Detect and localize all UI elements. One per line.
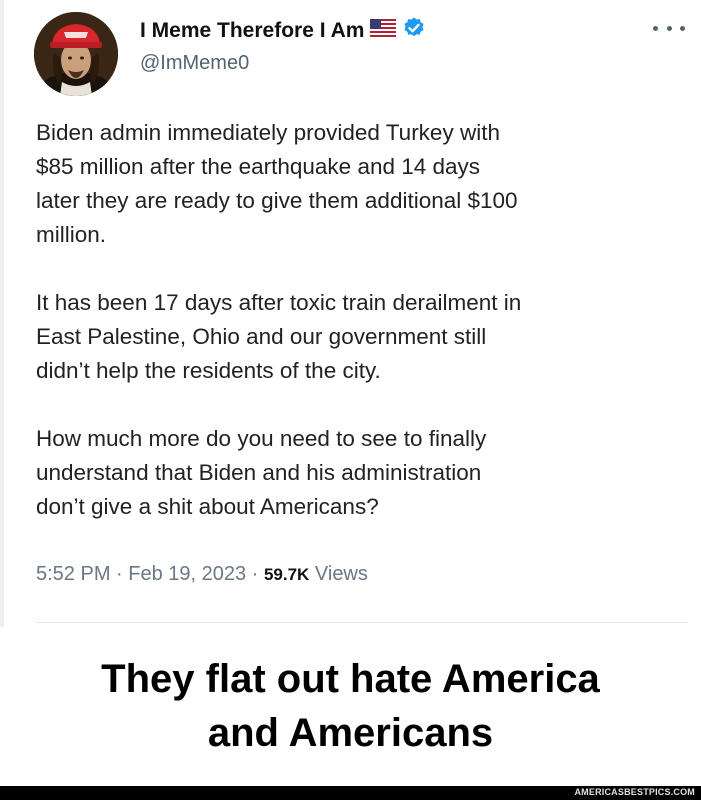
author-avatar[interactable] bbox=[34, 12, 118, 96]
dot bbox=[653, 25, 658, 31]
caption-line: and Americans bbox=[207, 711, 494, 755]
verified-badge-icon bbox=[402, 16, 426, 46]
more-options-icon[interactable] bbox=[653, 18, 685, 38]
tweet-paragraph: Biden admin immediately provided Turkey … bbox=[36, 120, 518, 247]
tweet-card: I Meme Therefore I Am @ImMeme0 Biden adm… bbox=[0, 0, 701, 627]
tweet-metadata: 5:52 PM · Feb 19, 2023 · 59.7K Views bbox=[36, 563, 368, 586]
watermark: AMERICASBESTPICS.COM bbox=[574, 787, 695, 797]
tweet-paragraph: How much more do you need to see to fina… bbox=[36, 426, 487, 519]
author-name-text[interactable]: I Meme Therefore I Am bbox=[140, 19, 364, 43]
author-name[interactable]: I Meme Therefore I Am bbox=[140, 16, 426, 46]
views-count: 59.7K bbox=[263, 565, 310, 584]
tweet-time[interactable]: 5:52 PM bbox=[36, 563, 110, 585]
meta-separator: · bbox=[251, 563, 259, 585]
caption-line: They flat out hate America bbox=[101, 657, 600, 701]
tweet-text: Biden admin immediately provided Turkey … bbox=[36, 116, 686, 558]
divider bbox=[36, 622, 688, 623]
avatar-portrait-icon bbox=[34, 12, 118, 96]
card-edge bbox=[0, 0, 4, 627]
tweet-paragraph: It has been 17 days after toxic train de… bbox=[36, 290, 522, 383]
dot bbox=[666, 25, 672, 31]
dot bbox=[680, 25, 685, 31]
meta-separator: · bbox=[116, 563, 123, 585]
views-label: Views bbox=[314, 563, 368, 585]
footer-bar: AMERICASBESTPICS.COM bbox=[0, 786, 701, 800]
meme-caption: They flat out hate America and Americans bbox=[0, 652, 701, 760]
tweet-date[interactable]: Feb 19, 2023 bbox=[128, 563, 246, 585]
author-handle[interactable]: @ImMeme0 bbox=[140, 52, 249, 75]
us-flag-icon bbox=[370, 19, 397, 43]
